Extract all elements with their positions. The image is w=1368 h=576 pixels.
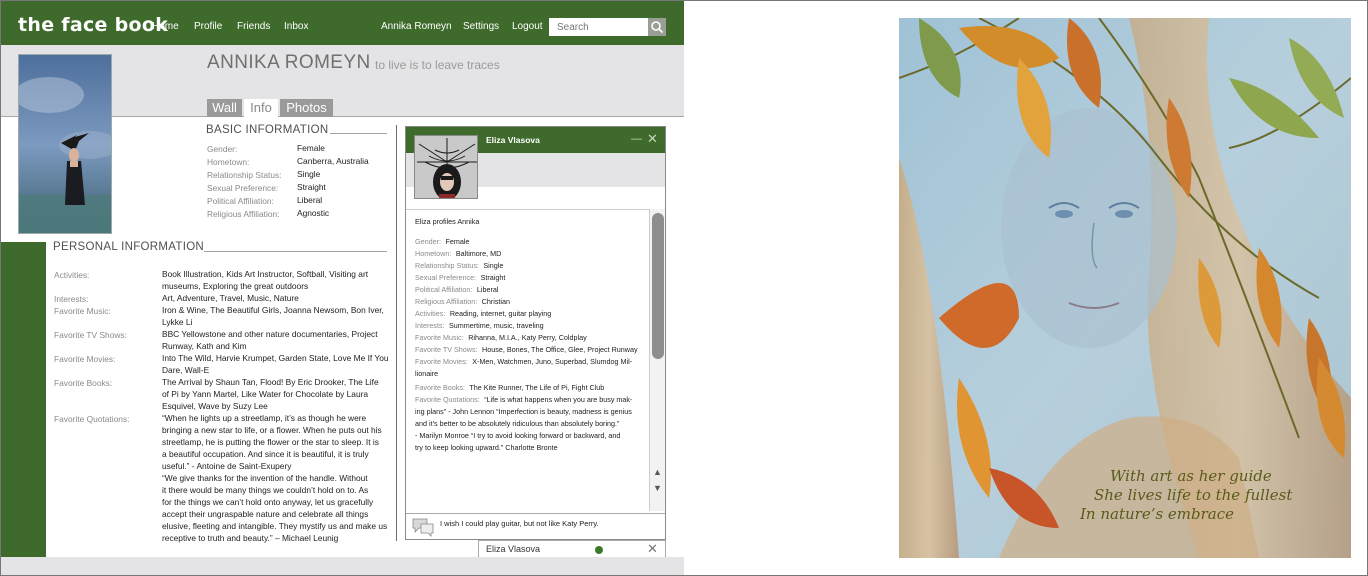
nav-profile[interactable]: Profile <box>194 21 222 32</box>
caption-line-3: In nature’s embrace <box>1080 505 1235 523</box>
bottom-bar <box>0 557 684 576</box>
chat-input-row[interactable]: I wish I could play guitar, but not like… <box>406 513 665 539</box>
artwork-caption: With art as her guide She lives life to … <box>1080 467 1292 524</box>
personal-value-movies: Into The Wild, Harvie Krumpet, Garden St… <box>162 353 389 375</box>
personal-value-music: Iron & Wine, The Beautiful Girls, Joanna… <box>162 305 384 327</box>
basic-value-gender: Female <box>297 143 325 153</box>
nav-inbox[interactable]: Inbox <box>284 21 308 32</box>
chat-dock-tab[interactable]: Eliza Vlasova ✕ <box>478 540 666 558</box>
scrollbar-thumb[interactable] <box>652 213 664 359</box>
scroll-up-icon[interactable]: ▲ <box>653 467 662 477</box>
personal-value-activities: Book Illustration, Kids Art Instructor, … <box>162 269 369 291</box>
basic-value-religious: Agnostic <box>297 208 330 218</box>
facebook-spread-page: the face book Home Profile Friends Inbox… <box>0 0 684 576</box>
chat-window[interactable]: Eliza Vlasova — ✕ Eliza profiles Annika … <box>405 126 666 540</box>
basic-label-sexual-preference: Sexual Preference: <box>207 183 279 193</box>
site-logo[interactable]: the face book <box>18 14 168 36</box>
search-input[interactable] <box>549 18 648 36</box>
close-icon[interactable]: ✕ <box>647 131 658 147</box>
profile-motto: to live is to leave traces <box>375 58 500 72</box>
chat-intro: Eliza profiles Annika <box>415 217 480 226</box>
personal-label-music: Favorite Music: <box>54 306 111 316</box>
basic-label-gender: Gender: <box>207 144 238 154</box>
chat-tab-name: Eliza Vlasova <box>486 544 541 554</box>
personal-label-quotations: Favorite Quotations: <box>54 414 130 424</box>
personal-info-title: PERSONAL INFORMATION <box>53 241 205 253</box>
tab-photos[interactable]: Photos <box>280 99 333 117</box>
chat-message-area: Eliza profiles Annika Gender: Female Hom… <box>406 209 649 509</box>
basic-value-relationship: Single <box>297 169 321 179</box>
basic-label-hometown: Hometown: <box>207 157 250 167</box>
chat-title: Eliza Vlasova <box>486 135 540 145</box>
scroll-down-icon[interactable]: ▼ <box>653 483 662 493</box>
speech-bubble-icon <box>412 518 434 537</box>
basic-value-hometown: Canberra, Australia <box>297 156 369 166</box>
personal-label-activities: Activities: <box>54 270 90 280</box>
chat-row: try to keep looking upward.” Charlotte B… <box>415 443 558 452</box>
online-status-icon <box>595 546 603 554</box>
basic-value-political: Liberal <box>297 195 323 205</box>
tab-wall[interactable]: Wall <box>207 99 242 117</box>
search-button[interactable] <box>648 18 666 36</box>
nav-home[interactable]: Home <box>152 21 179 32</box>
tab-info[interactable]: Info <box>244 99 278 117</box>
profile-name: ANNIKA ROMEYN <box>207 52 371 73</box>
profile-photo-image <box>19 55 111 233</box>
chat-message-text[interactable]: I wish I could play guitar, but not like… <box>440 519 599 528</box>
nav-logout[interactable]: Logout <box>512 21 543 32</box>
basic-info-rule <box>330 133 387 134</box>
basic-info-title: BASIC INFORMATION <box>206 124 329 136</box>
search-icon <box>651 21 664 34</box>
personal-label-movies: Favorite Movies: <box>54 354 116 364</box>
left-accent-strip <box>0 242 46 557</box>
chat-scrollbar[interactable]: ▲ ▼ <box>649 209 665 511</box>
basic-label-religious: Religious Affiliation: <box>207 209 280 219</box>
caption-line-1: With art as her guide <box>1110 467 1272 485</box>
close-icon[interactable]: ✕ <box>647 541 658 557</box>
minimize-icon[interactable]: — <box>631 133 642 145</box>
nav-user-name[interactable]: Annika Romeyn <box>381 21 452 32</box>
top-navigation-bar: the face book Home Profile Friends Inbox… <box>0 0 684 45</box>
personal-label-tv: Favorite TV Shows: <box>54 330 127 340</box>
column-divider <box>396 125 397 541</box>
personal-value-tv: BBC Yellowstone and other nature documen… <box>162 329 378 351</box>
personal-value-interests: Art, Adventure, Travel, Music, Nature <box>162 293 299 303</box>
caption-line-2: She lives life to the fullest <box>1094 486 1293 504</box>
personal-value-books: The Arrival by Shaun Tan, Flood! By Eric… <box>162 377 379 411</box>
personal-label-books: Favorite Books: <box>54 378 113 388</box>
chat-avatar-image <box>415 136 477 198</box>
chat-avatar[interactable] <box>414 135 478 199</box>
personal-info-rule <box>204 251 387 252</box>
basic-label-relationship: Relationship Status: <box>207 170 282 180</box>
chat-row: lionaire <box>415 369 439 378</box>
personal-value-quotations: “When he lights up a streetlamp, it’s as… <box>162 413 388 543</box>
basic-value-sexual-preference: Straight <box>297 182 326 192</box>
nav-friends[interactable]: Friends <box>237 21 270 32</box>
personal-label-interests: Interests: <box>54 294 89 304</box>
basic-label-political: Political Affiliation: <box>207 196 274 206</box>
nav-settings[interactable]: Settings <box>463 21 499 32</box>
profile-picture[interactable] <box>18 54 112 234</box>
